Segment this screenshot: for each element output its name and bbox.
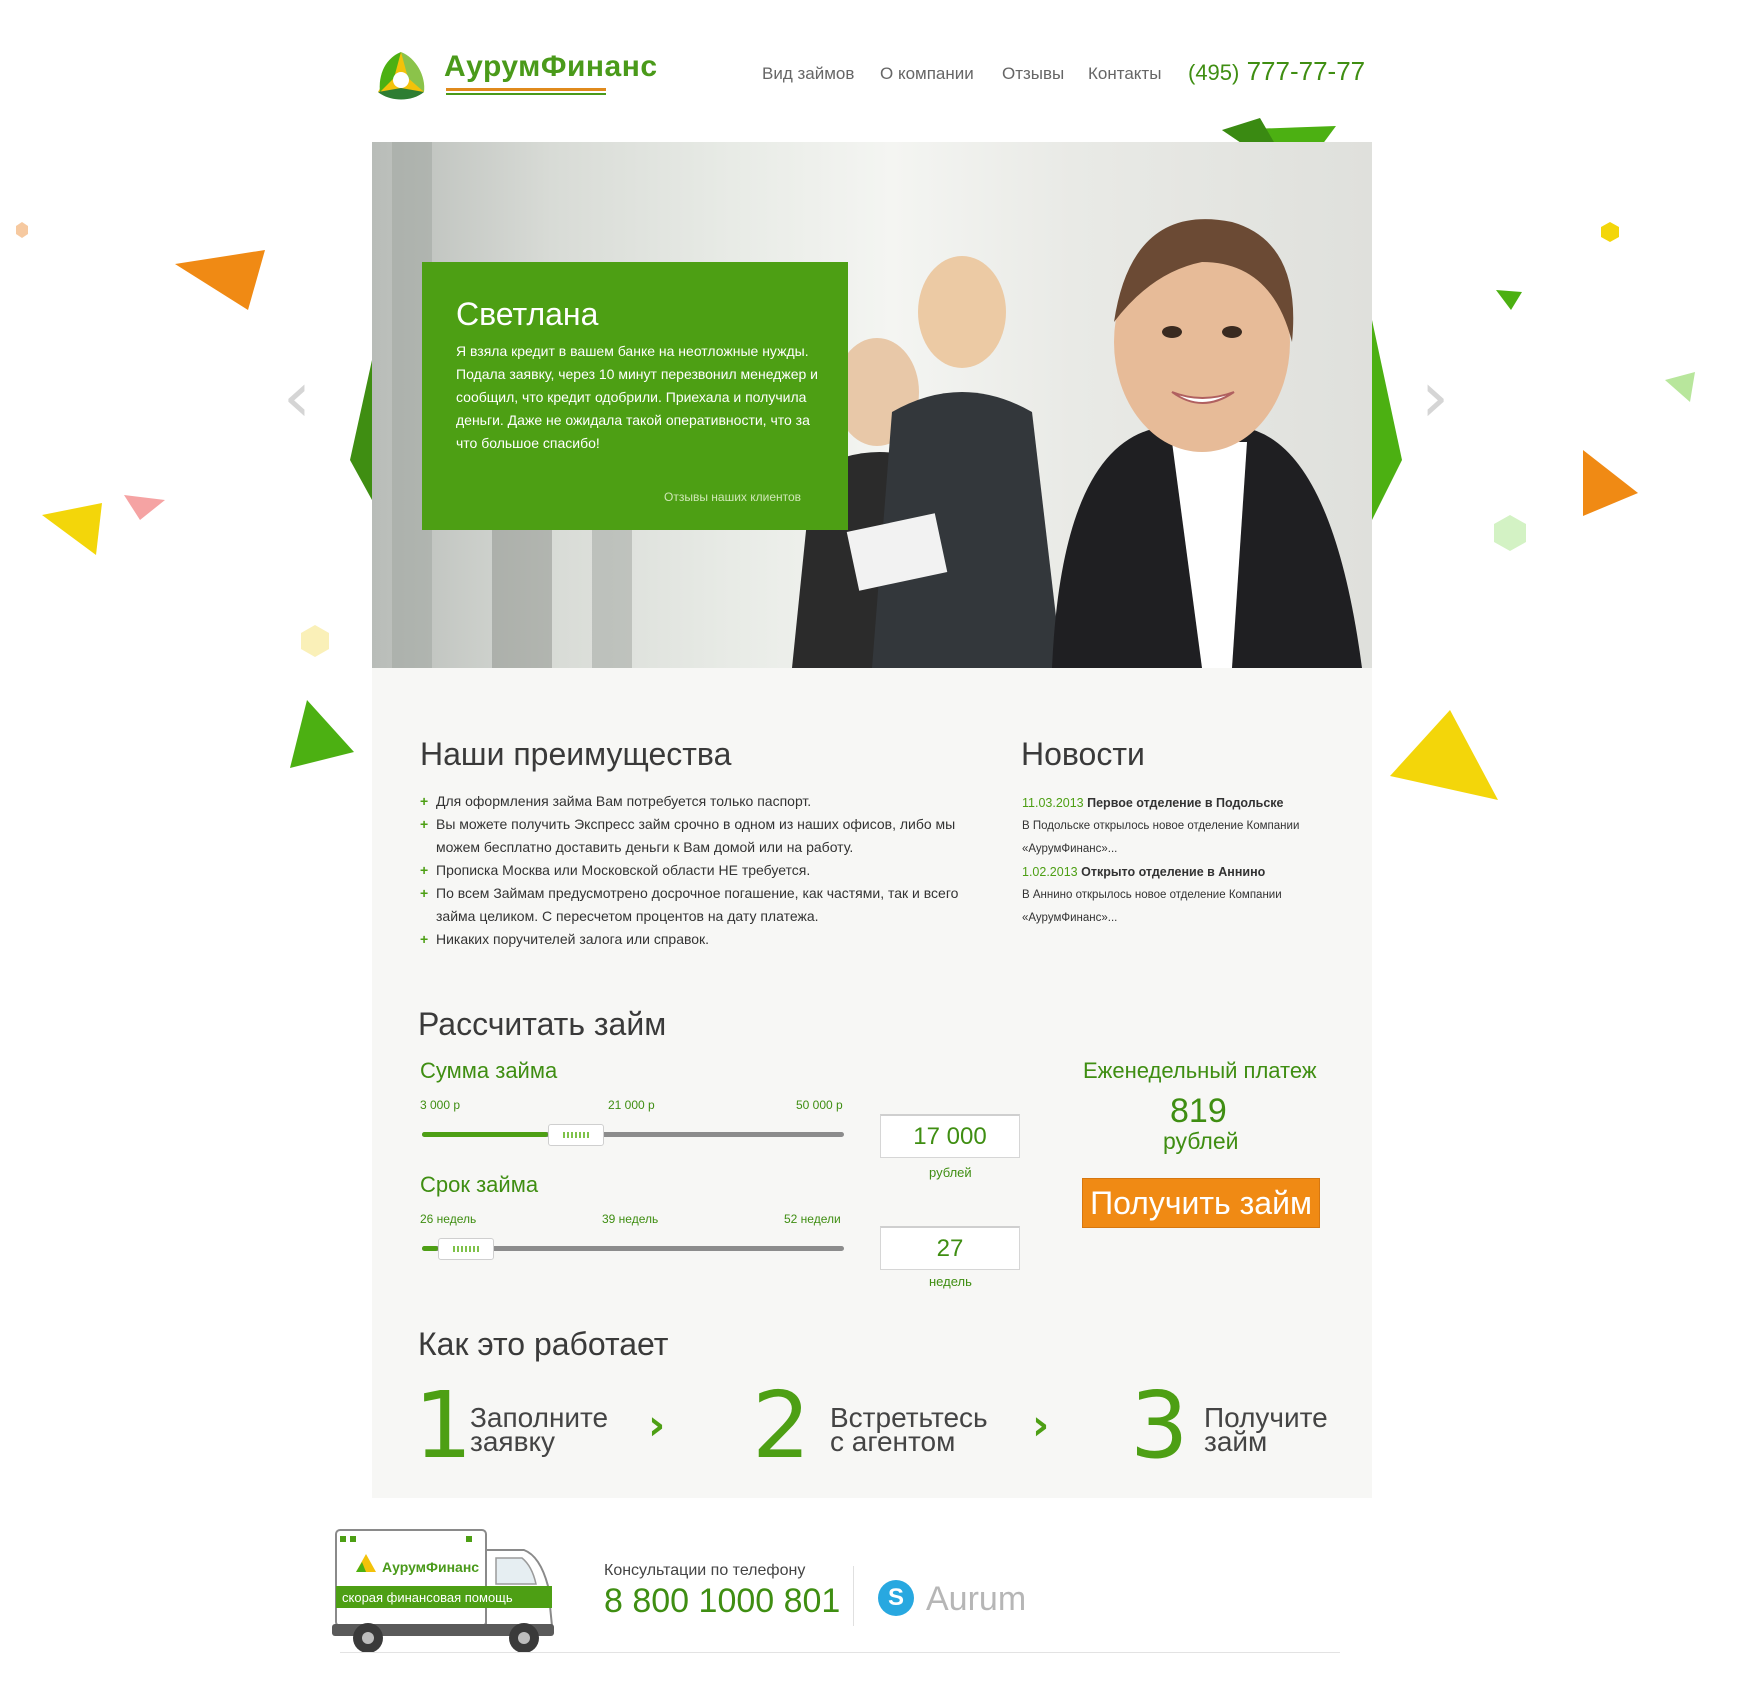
header-phone[interactable]: (495) 777-77-77 — [1188, 56, 1365, 87]
term-unit: недель — [929, 1274, 972, 1289]
news-title: Новости — [1021, 736, 1145, 772]
amount-tick-mid: 21 000 р — [608, 1098, 655, 1112]
term-tick-min: 26 недель — [420, 1212, 477, 1226]
news-text: В Аннино открылось новое отделение Компа… — [1022, 889, 1282, 924]
amount-label: Сумма займа — [420, 1058, 558, 1083]
news-list: 11.03.2013 Первое отделение в Подольске … — [1022, 792, 1342, 930]
step-3-number: 3 — [1130, 1372, 1189, 1479]
term-tick-mid: 39 недель — [602, 1212, 659, 1226]
amount-unit: рублей — [929, 1165, 972, 1180]
step-2-line2: с агентом — [830, 1426, 956, 1457]
news-headline[interactable]: Первое отделение в Подольске — [1087, 796, 1283, 810]
term-slider[interactable] — [422, 1236, 844, 1260]
amount-value[interactable]: 17 000 — [880, 1114, 1020, 1158]
list-item: Прописка Москва или Московской области Н… — [420, 859, 980, 882]
slider-fill — [422, 1132, 548, 1137]
term-tick-max: 52 недели — [784, 1212, 841, 1226]
how-it-works-title: Как это работает — [418, 1326, 669, 1362]
nav-loan-types[interactable]: Вид займов — [762, 64, 854, 84]
nav-reviews[interactable]: Отзывы — [1002, 64, 1064, 84]
amount-slider[interactable] — [422, 1122, 844, 1146]
ambulance-van-illustration: АурумФинанс скорая финансовая помощь — [332, 1529, 554, 1653]
slider-handle[interactable] — [438, 1238, 495, 1260]
news-headline[interactable]: Открыто отделение в Аннино — [1081, 865, 1265, 879]
testimonial-text: Я взяла кредит в вашем банке на неотложн… — [456, 343, 818, 451]
decor-hexagon-icon — [301, 625, 329, 657]
van-slogan: скорая финансовая помощь — [342, 1590, 513, 1605]
step-2-text: Встретьтесь с агентом — [830, 1404, 988, 1457]
news-date: 11.03.2013 — [1022, 796, 1084, 810]
decor-triangle-icon — [350, 360, 372, 500]
slider-handle[interactable] — [547, 1124, 604, 1146]
testimonial-name: Светлана — [456, 296, 599, 332]
amount-tick-max: 50 000 р — [796, 1098, 843, 1112]
advantages-list: Для оформления займа Вам потребуется тол… — [420, 790, 980, 951]
amount-tick-min: 3 000 р — [420, 1098, 461, 1112]
list-item: Никаких поручителей залога или справок. — [420, 928, 980, 951]
news-item[interactable]: 11.03.2013 Первое отделение в Подольске — [1022, 792, 1342, 815]
van-logo-text: АурумФинанс — [382, 1559, 479, 1575]
logo-emblem-icon[interactable] — [372, 48, 430, 104]
footer-divider — [853, 1566, 854, 1626]
nav-about[interactable]: О компании — [880, 64, 974, 84]
step-1-text: Заполните заявку — [470, 1404, 608, 1457]
logo-underline-green — [446, 93, 606, 95]
nav-contacts[interactable]: Контакты — [1088, 64, 1161, 84]
calculator-title: Рассчитать займ — [418, 1006, 667, 1042]
phone-number: 777-77-77 — [1246, 56, 1366, 86]
decor-triangle-icon — [1496, 290, 1522, 310]
decor-triangle-icon — [1372, 320, 1402, 520]
step-3-text: Получите займ — [1204, 1404, 1328, 1457]
phone-code: (495) — [1188, 60, 1240, 85]
step-2-number: 2 — [752, 1372, 811, 1479]
consult-label: Консультации по телефону — [604, 1562, 806, 1579]
testimonials-link[interactable]: Отзывы наших клиентов — [664, 490, 801, 504]
decor-triangle-icon — [290, 700, 354, 768]
logo-text[interactable]: АурумФинанс — [444, 50, 658, 84]
news-text: В Подольске открылось новое отделение Ко… — [1022, 820, 1300, 855]
weekly-payment-value: 819 — [1170, 1092, 1227, 1130]
step-1-number: 1 — [414, 1372, 473, 1479]
advantages-title: Наши преимущества — [420, 736, 732, 772]
step-3-line2: займ — [1204, 1426, 1268, 1457]
list-item: По всем Займам предусмотрено досрочное п… — [420, 882, 980, 928]
step-arrow-icon: › — [648, 1400, 666, 1449]
decor-hexagon-icon — [16, 222, 28, 238]
decor-triangle-icon — [42, 503, 102, 555]
decor-triangle-icon — [124, 495, 165, 520]
list-item: Вы можете получить Экспресс займ срочно … — [420, 813, 980, 859]
decor-triangle-icon — [1583, 450, 1638, 516]
footer-line — [340, 1652, 1340, 1653]
slider-prev-icon[interactable]: ‹ — [283, 356, 311, 438]
decor-hexagon-icon — [1601, 222, 1619, 242]
skype-icon[interactable]: S — [878, 1580, 914, 1616]
decor-triangle-icon — [1390, 710, 1498, 800]
footer-phone[interactable]: 8 800 1000 801 — [604, 1582, 840, 1621]
decor-hexagon-icon — [1494, 515, 1526, 551]
news-item[interactable]: 1.02.2013 Открыто отделение в Аннино — [1022, 861, 1342, 884]
term-label: Срок займа — [420, 1172, 539, 1197]
step-1-line2: заявку — [470, 1426, 556, 1457]
weekly-payment-label: Еженедельный платеж — [1083, 1058, 1317, 1083]
skype-name[interactable]: Aurum — [926, 1580, 1026, 1619]
decor-triangle-icon — [1665, 372, 1695, 402]
news-date: 1.02.2013 — [1022, 865, 1078, 879]
weekly-payment-unit: рублей — [1163, 1128, 1239, 1154]
get-loan-button[interactable]: Получить займ — [1082, 1178, 1320, 1228]
decor-triangle-icon — [175, 250, 265, 310]
step-arrow-icon: › — [1032, 1400, 1050, 1449]
logo-underline — [446, 88, 606, 91]
term-value[interactable]: 27 — [880, 1226, 1020, 1270]
list-item: Для оформления займа Вам потребуется тол… — [420, 790, 980, 813]
slider-next-icon[interactable]: › — [1421, 356, 1449, 438]
slider-fill — [422, 1246, 439, 1251]
